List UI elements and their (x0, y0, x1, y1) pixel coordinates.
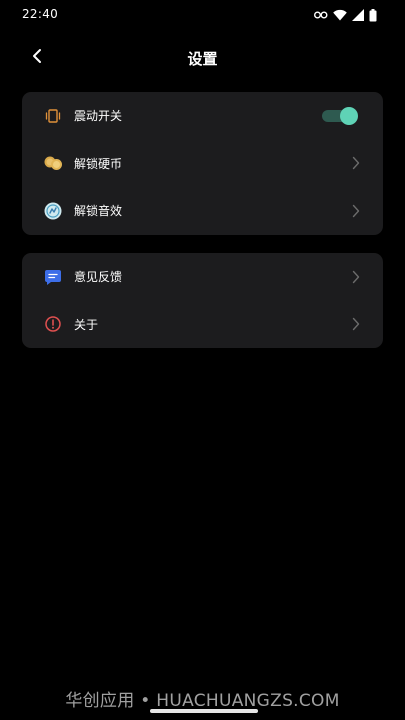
setting-label-unlock-coins: 解锁硬币 (74, 156, 123, 171)
sound-effect-icon (43, 201, 63, 221)
key-icon (314, 10, 328, 20)
chevron-right-icon (351, 270, 361, 284)
status-time: 22:40 (22, 7, 59, 21)
chevron-right-icon (351, 204, 361, 218)
feedback-icon (43, 267, 63, 287)
page-title: 设置 (187, 50, 218, 68)
setting-label-unlock-sound: 解锁音效 (74, 204, 123, 219)
setting-row-unlock-sound[interactable]: 解锁音效 (22, 187, 383, 235)
coins-icon (43, 153, 63, 173)
status-icons (314, 8, 377, 22)
chevron-right-icon (351, 317, 361, 331)
setting-label-feedback: 意见反馈 (74, 270, 123, 285)
setting-label-about: 关于 (74, 317, 99, 332)
header: 设置 (0, 40, 405, 76)
setting-label-vibration: 震动开关 (74, 109, 123, 124)
setting-row-unlock-coins[interactable]: 解锁硬币 (22, 140, 383, 188)
settings-group-general: 震动开关 解锁硬币 解锁音效 (22, 92, 383, 235)
watermark: 华创应用 • HUACHUANGZS.COM (65, 691, 340, 711)
status-bar: 22:40 (0, 0, 405, 30)
vibration-toggle[interactable] (322, 106, 358, 125)
wifi-icon (333, 9, 347, 21)
setting-row-feedback[interactable]: 意见反馈 (22, 253, 383, 301)
chevron-right-icon (351, 156, 361, 170)
vibration-icon (43, 106, 63, 126)
home-indicator[interactable] (150, 709, 258, 713)
toggle-thumb (340, 106, 358, 125)
setting-row-about[interactable]: 关于 (22, 301, 383, 349)
setting-row-vibration[interactable]: 震动开关 (22, 92, 383, 140)
signal-icon (352, 9, 364, 21)
battery-icon (369, 8, 377, 22)
settings-group-other: 意见反馈 关于 (22, 253, 383, 348)
about-icon (43, 314, 63, 334)
